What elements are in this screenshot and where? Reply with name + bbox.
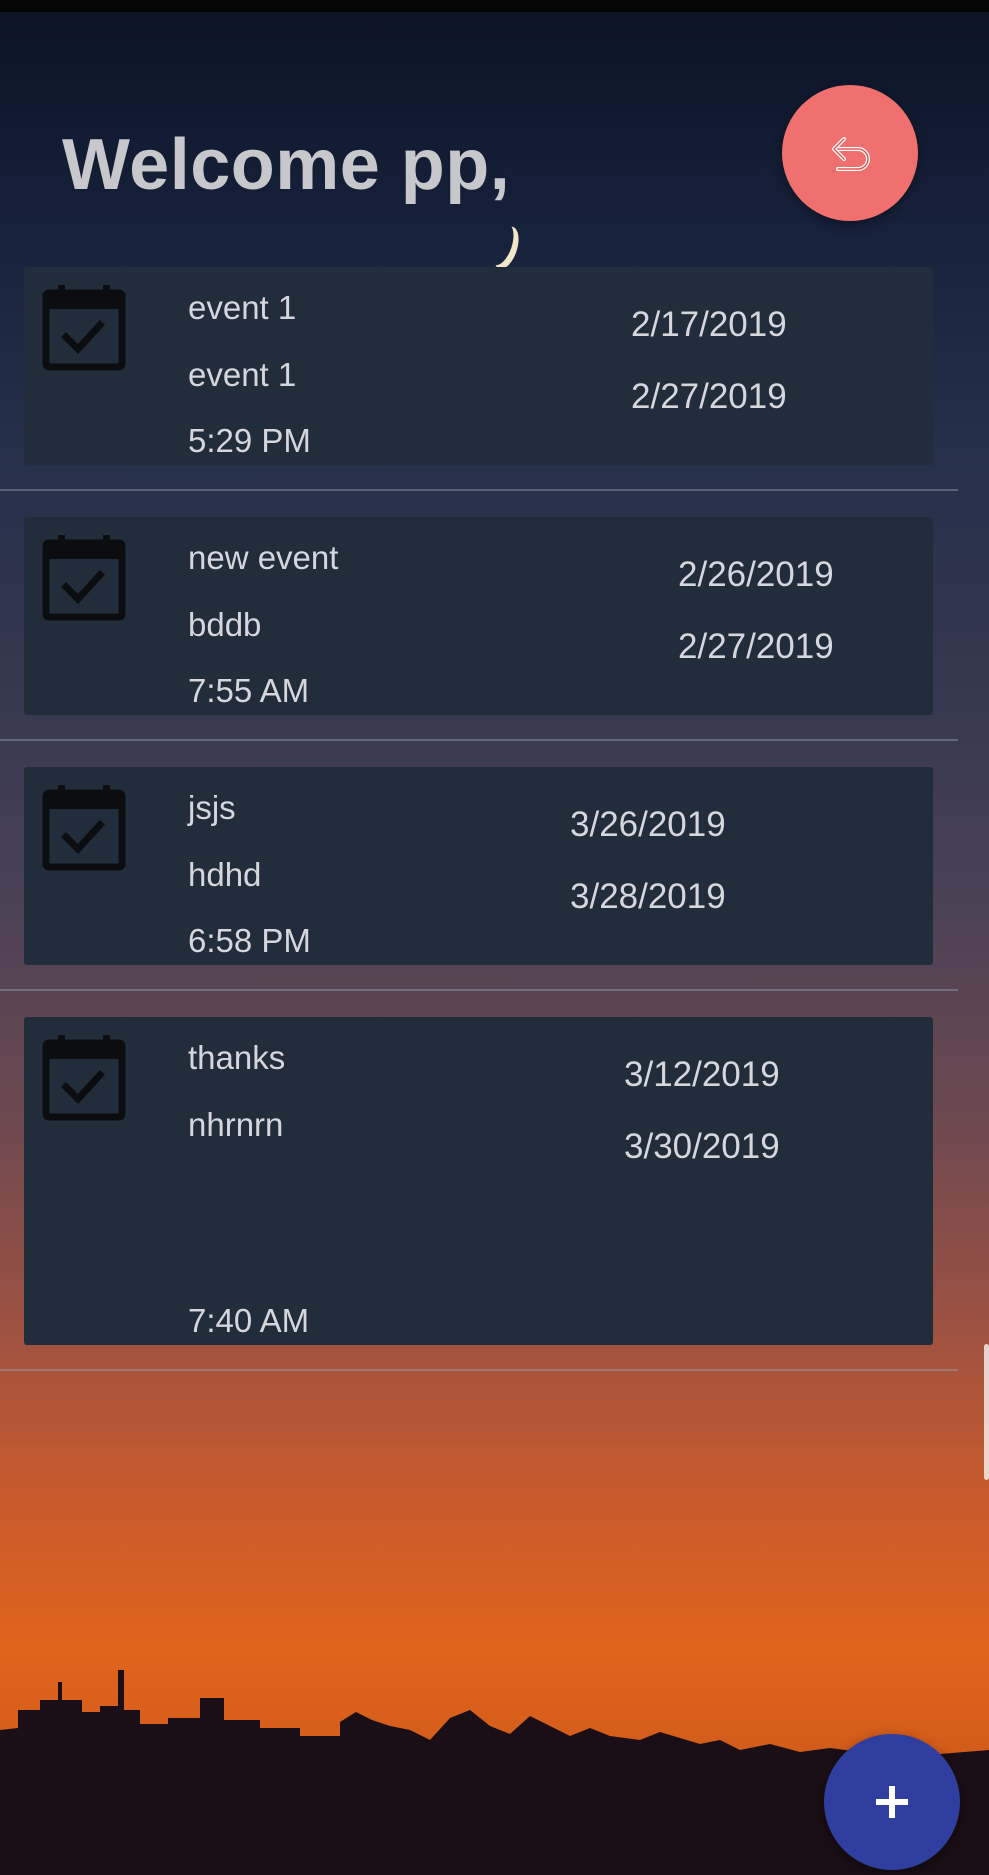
event-title: thanks [188, 1039, 286, 1076]
calendar-check-icon [42, 535, 126, 621]
event-description: bddb [188, 606, 262, 643]
event-end-date: 2/27/2019 [631, 377, 787, 416]
status-bar [0, 0, 989, 12]
plus-icon [876, 1786, 908, 1818]
event-start-date: 2/26/2019 [678, 555, 834, 594]
logout-button[interactable] [782, 85, 918, 221]
event-end-date: 2/27/2019 [678, 627, 834, 666]
row-divider [0, 489, 958, 491]
event-time: 7:40 AM [188, 1302, 310, 1339]
event-title: new event [188, 539, 339, 576]
row-divider [0, 1369, 958, 1371]
event-description: event 1 [188, 356, 297, 393]
calendar-check-icon [42, 785, 126, 871]
row-divider [0, 739, 958, 741]
welcome-title: Welcome pp, [62, 125, 511, 205]
event-end-date: 3/30/2019 [624, 1127, 780, 1166]
event-title: event 1 [188, 289, 297, 326]
event-time: 5:29 PM [188, 422, 311, 459]
undo-arrow-icon [832, 137, 870, 171]
event-title: jsjs [188, 789, 236, 826]
row-divider [0, 989, 958, 991]
event-end-date: 3/28/2019 [570, 877, 726, 916]
moon-graphic [484, 220, 519, 269]
add-event-button[interactable] [824, 1734, 960, 1870]
event-time: 7:55 AM [188, 672, 310, 709]
scroll-indicator[interactable] [984, 1344, 989, 1480]
calendar-check-icon [42, 285, 126, 371]
event-description: hdhd [188, 856, 262, 893]
event-start-date: 3/12/2019 [624, 1055, 780, 1094]
event-start-date: 3/26/2019 [570, 805, 726, 844]
calendar-check-icon [42, 1035, 126, 1121]
event-card[interactable]: event 1 event 1 5:29 PM 2/17/2019 2/27/2… [24, 267, 933, 465]
event-card[interactable]: jsjs hdhd 6:58 PM 3/26/2019 3/28/2019 [24, 767, 933, 965]
event-card[interactable]: new event bddb 7:55 AM 2/26/2019 2/27/20… [24, 517, 933, 715]
event-card[interactable]: thanks nhrnrn 7:40 AM 3/12/2019 3/30/201… [24, 1017, 933, 1345]
event-start-date: 2/17/2019 [631, 305, 787, 344]
event-description: nhrnrn [188, 1106, 284, 1143]
event-time: 6:58 PM [188, 922, 311, 959]
